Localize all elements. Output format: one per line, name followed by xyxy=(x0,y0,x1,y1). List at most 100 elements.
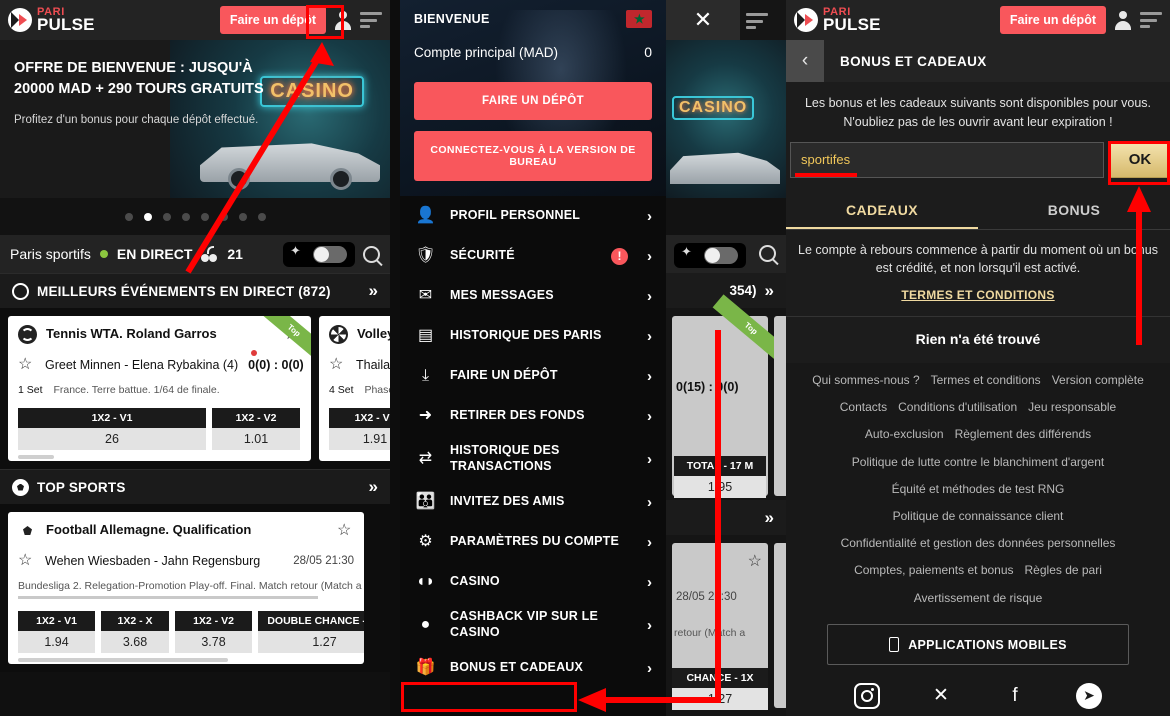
menu-item-parametres-du-compte[interactable]: ⚙ PARAMÈTRES DU COMPTE › xyxy=(400,522,666,562)
menu-item-securite[interactable]: 🛡 SÉCURITÉ ! › xyxy=(400,236,666,276)
hamburger-menu-button[interactable] xyxy=(746,13,768,29)
facebook-icon[interactable]: f xyxy=(1002,683,1028,709)
menu-item-mes-messages[interactable]: ✉ MES MESSAGES › xyxy=(400,276,666,316)
promo-banner[interactable]: CASINO OFFRE DE BIENVENUE : JUSQU'À 2000… xyxy=(0,40,390,198)
logo[interactable]: PARI PULSE xyxy=(8,6,95,33)
menu-item-profil-personnel[interactable]: 👤 PROFIL PERSONNEL › xyxy=(400,196,666,236)
footer-link[interactable]: Règlement des différends xyxy=(955,425,1092,444)
footer-link[interactable]: Avertissement de risque xyxy=(914,589,1043,608)
favorite-star-icon[interactable]: ☆ xyxy=(748,551,762,571)
footer-link[interactable]: Termes et conditions xyxy=(931,371,1041,390)
close-menu-button[interactable]: ✕ xyxy=(666,0,740,40)
mobile-apps-button[interactable]: APPLICATIONS MOBILES xyxy=(827,623,1129,665)
morocco-flag-icon[interactable] xyxy=(626,10,652,28)
telegram-icon[interactable]: ➤ xyxy=(1076,682,1102,709)
search-icon[interactable] xyxy=(363,245,380,263)
menu-item-historique-des-paris[interactable]: ▤ HISTORIQUE DES PARIS › xyxy=(400,316,666,356)
account-button[interactable] xyxy=(326,10,360,30)
footer-link[interactable]: Contacts xyxy=(840,398,887,417)
menu-item-casino[interactable]: ◖◗ CASINO › xyxy=(400,562,666,602)
ok-button[interactable]: OK xyxy=(1110,141,1170,178)
card-scroll-indicator[interactable] xyxy=(18,658,228,662)
back-button[interactable]: ‹ xyxy=(786,40,824,82)
sparkle-icon[interactable] xyxy=(290,243,305,262)
menu-item-invitez-des-amis[interactable]: 👪 INVITEZ DES AMIS › xyxy=(400,482,666,522)
match-card[interactable]: Top Tennis WTA. Roland Garros ☆ ☆ Greet … xyxy=(8,316,311,461)
tab-cadeaux[interactable]: CADEAUX xyxy=(786,192,978,229)
match-card-partial[interactable]: ☆ 28/05 21:30 retour (Match a CHANCE - 1… xyxy=(672,543,768,710)
match-card[interactable]: Volley Femm ☆ Thaila 4 Set Phase 1X2 - V… xyxy=(319,316,390,461)
footer-link[interactable]: Comptes, paiements et bonus xyxy=(854,561,1013,580)
favorite-star-icon[interactable]: ☆ xyxy=(18,553,35,569)
menu-item-bonus-et-cadeaux[interactable]: 🎁 BONUS ET CADEAUX › xyxy=(400,648,666,688)
footer-link[interactable]: Qui sommes-nous ? xyxy=(812,371,919,390)
menu-deposit-button[interactable]: FAIRE UN DÉPÔT xyxy=(414,82,652,120)
odd-button[interactable]: 1X2 - V1 1.94 xyxy=(18,611,95,653)
carousel-dot[interactable] xyxy=(238,212,247,221)
odds-toggle-group[interactable] xyxy=(674,243,746,268)
carousel-dot[interactable] xyxy=(162,212,171,221)
footer-link[interactable]: Politique de lutte contre le blanchiment… xyxy=(852,453,1104,472)
desktop-version-button[interactable]: CONNECTEZ-VOUS À LA VERSION DE BUREAU xyxy=(414,131,652,181)
deposit-button[interactable]: Faire un dépôt xyxy=(219,6,326,34)
footer-link[interactable]: Conditions d'utilisation xyxy=(898,398,1017,417)
promo-code-input[interactable] xyxy=(790,141,1104,178)
match-card-partial[interactable]: ☆ Top 0(15) : 0(0) TOTAL - 17 M 1.95 xyxy=(672,294,786,498)
match-card[interactable]: Football Allemagne. Qualification ☆ ☆ We… xyxy=(8,512,364,664)
carousel-dot[interactable] xyxy=(200,212,209,221)
odd-button[interactable]: 1X2 - V2 1.01 xyxy=(212,408,300,450)
logo[interactable]: PARI PULSE xyxy=(794,6,881,33)
carousel-dot[interactable] xyxy=(124,212,133,221)
menu-item-faire-un-depot[interactable]: ⤓ FAIRE UN DÉPÔT › xyxy=(400,356,666,396)
favorite-star-icon[interactable]: ☆ xyxy=(18,357,35,373)
footer-link[interactable]: Politique de connaissance client xyxy=(893,507,1064,526)
footer-link[interactable]: Règles de pari xyxy=(1025,561,1102,580)
menu-item-retirer-des-fonds[interactable]: ➜ RETIRER DES FONDS › xyxy=(400,396,666,436)
odd-button[interactable]: 1X2 - V2 3.78 xyxy=(175,611,252,653)
cherry-icon[interactable] xyxy=(201,246,218,262)
view-toggle-switch[interactable] xyxy=(704,247,738,264)
odds-toggle-group[interactable] xyxy=(283,241,355,267)
account-button[interactable] xyxy=(1106,10,1140,30)
x-twitter-icon[interactable]: ✕ xyxy=(928,683,954,709)
card-scroll-indicator[interactable] xyxy=(18,455,54,459)
menu-item-historique-des-transactions[interactable]: ⇄ HISTORIQUE DES TRANSACTIONS › xyxy=(400,436,666,482)
footer-link[interactable]: Jeu responsable xyxy=(1028,398,1116,417)
odd-button[interactable]: 1X2 - V1 26 xyxy=(18,408,206,450)
section-more-button[interactable]: » xyxy=(765,508,774,528)
odd-button[interactable]: 1X2 - V1 1.91 xyxy=(329,408,390,450)
deposit-button[interactable]: Faire un dépôt xyxy=(999,6,1106,34)
odd-button[interactable]: DOUBLE CHANCE - 1X 1.27 xyxy=(258,611,364,653)
sports-label[interactable]: Paris sportifs xyxy=(10,246,91,262)
footer-link[interactable]: Confidentialité et gestion des données p… xyxy=(841,534,1116,553)
section-more-button[interactable]: » xyxy=(369,281,378,301)
menu-item-cashback-vip[interactable]: ● CASHBACK VIP SUR LE CASINO › xyxy=(400,602,666,648)
match-card-partial[interactable] xyxy=(774,316,786,496)
favorite-star-icon[interactable]: ☆ xyxy=(329,357,346,373)
footer-link[interactable]: Équité et méthodes de test RNG xyxy=(892,480,1065,499)
search-icon[interactable] xyxy=(759,245,776,262)
footer-link[interactable]: Auto-exclusion xyxy=(865,425,944,444)
carousel-dots[interactable] xyxy=(0,198,390,235)
favorite-star-icon[interactable]: ☆ xyxy=(337,522,354,539)
tab-bonus[interactable]: BONUS xyxy=(978,192,1170,229)
footer-link[interactable]: Version complète xyxy=(1052,371,1144,390)
match-card-partial[interactable] xyxy=(774,543,786,708)
view-toggle-switch[interactable] xyxy=(313,245,347,263)
carousel-dot[interactable] xyxy=(181,212,190,221)
carousel-dot-active[interactable] xyxy=(143,212,152,221)
hamburger-menu-button[interactable] xyxy=(1140,12,1162,28)
carousel-dot[interactable] xyxy=(219,212,228,221)
section-more-button[interactable]: » xyxy=(765,281,774,301)
hamburger-menu-button[interactable] xyxy=(360,12,382,28)
section-header-top-sports[interactable]: TOP SPORTS » xyxy=(0,469,390,504)
sparkle-icon[interactable] xyxy=(681,244,696,263)
instagram-icon[interactable] xyxy=(854,682,880,709)
terms-and-conditions-link[interactable]: TERMES ET CONDITIONS xyxy=(901,288,1054,302)
section-more-button[interactable]: » xyxy=(369,477,378,497)
section-header-partial[interactable]: » xyxy=(666,500,786,535)
section-header-live[interactable]: MEILLEURS ÉVÉNEMENTS EN DIRECT (872) » xyxy=(0,273,390,308)
odd-button[interactable]: 1X2 - X 3.68 xyxy=(101,611,169,653)
live-label[interactable]: EN DIRECT xyxy=(117,246,192,262)
carousel-dot[interactable] xyxy=(257,212,266,221)
